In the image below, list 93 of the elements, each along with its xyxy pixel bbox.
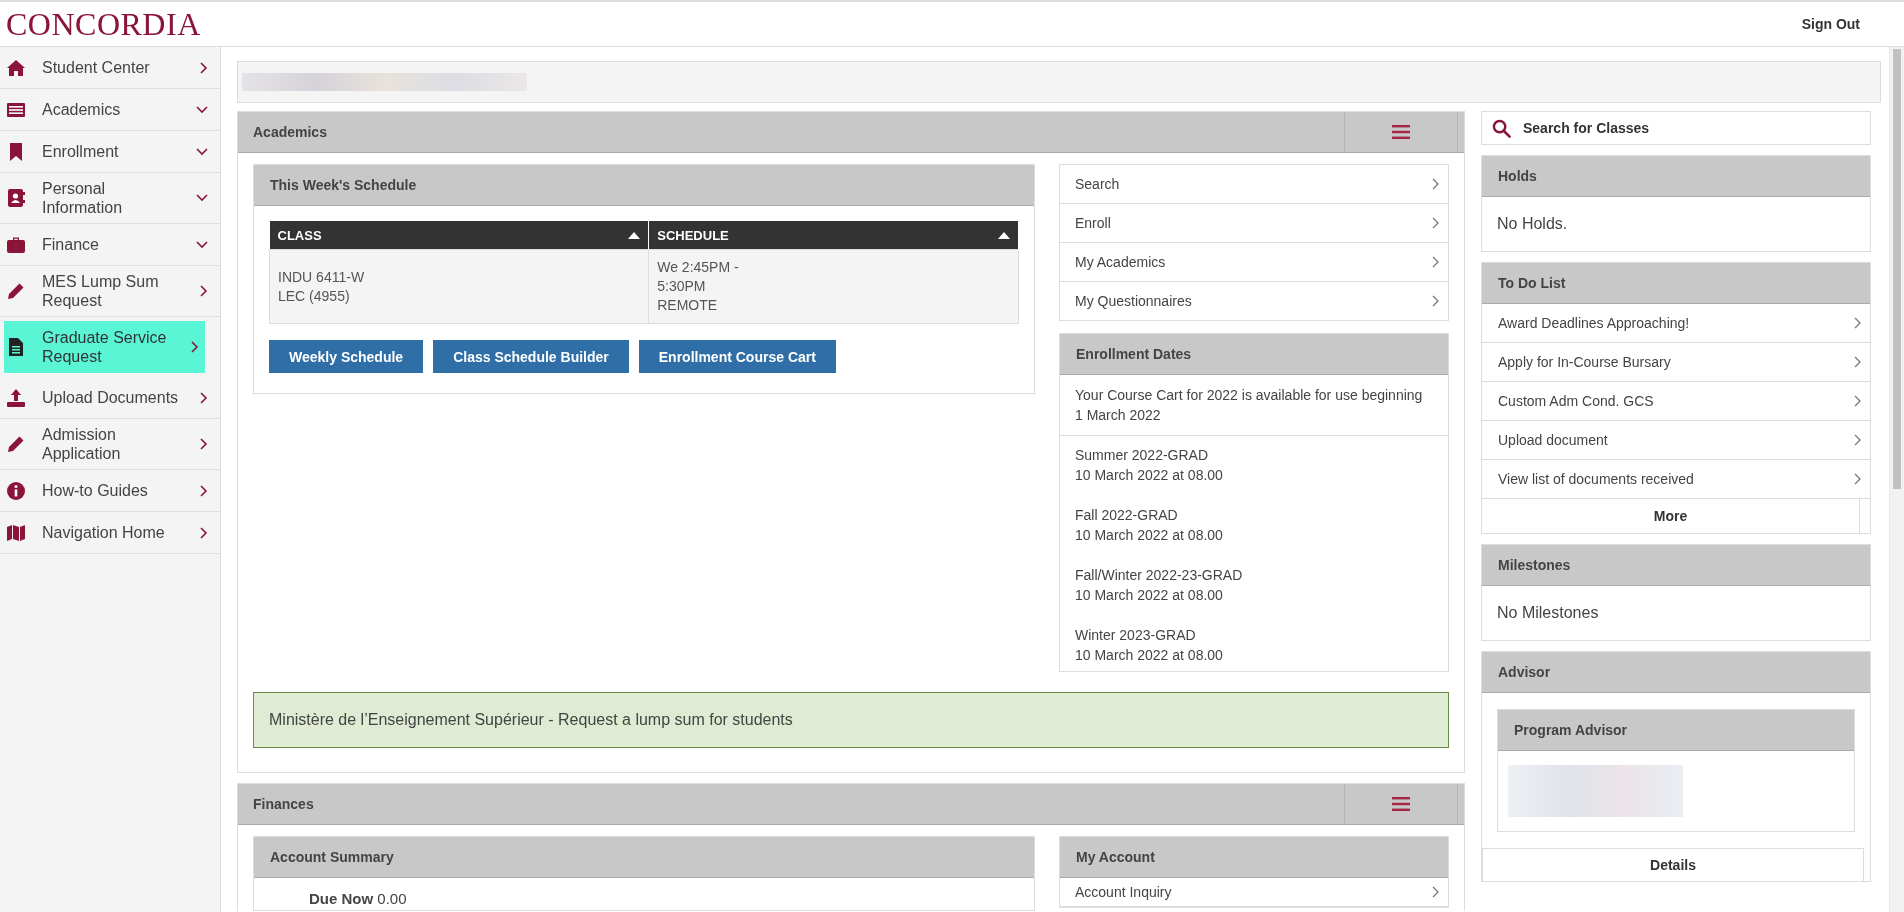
- term-name: Fall/Winter 2022-23-GRAD: [1075, 566, 1244, 585]
- chevron-right-icon: [1432, 256, 1440, 268]
- chevron-down-icon: [196, 147, 208, 156]
- term-date: 10 March 2022 at 08.00: [1075, 646, 1224, 665]
- card-title: Account Summary: [270, 849, 394, 865]
- menu-icon[interactable]: [1392, 797, 1410, 811]
- card-title: Program Advisor: [1514, 722, 1628, 738]
- sidebar-item[interactable]: Upload Documents: [0, 377, 220, 419]
- list-link[interactable]: Account Inquiry: [1060, 878, 1448, 907]
- due-label: Due Now: [309, 890, 374, 907]
- list-link[interactable]: Search: [1060, 165, 1448, 204]
- due-amount: 0.00: [377, 890, 407, 907]
- sidebar-item[interactable]: Navigation Home: [0, 512, 220, 554]
- todo-item[interactable]: Award Deadlines Approaching!: [1482, 304, 1870, 343]
- alert-banner[interactable]: Ministère de l’Enseignement Supérieur - Request a lump sum for students: [253, 692, 1449, 748]
- list-link[interactable]: Enroll: [1060, 204, 1448, 243]
- term-name: Summer 2022-GRAD: [1075, 446, 1210, 465]
- details-link[interactable]: Details: [1482, 848, 1864, 881]
- column-header[interactable]: CLASS: [269, 221, 649, 250]
- chevron-right-icon: [200, 285, 208, 297]
- home-icon: [6, 57, 26, 78]
- chevron-right-icon: [200, 526, 208, 539]
- sidebar-item[interactable]: Graduate Service Request: [4, 321, 205, 373]
- chevron-right-icon: [1854, 395, 1862, 407]
- search-classes-button[interactable]: Search for Classes: [1481, 111, 1871, 145]
- table-cell: We 2:45PM - 5:30PM REMOTE: [648, 249, 1019, 324]
- info-icon: [6, 480, 26, 501]
- scrollbar[interactable]: [1889, 47, 1904, 912]
- pencil-icon: [6, 281, 26, 301]
- action-button[interactable]: Weekly Schedule: [269, 340, 424, 373]
- list-link[interactable]: My Academics: [1060, 243, 1448, 282]
- card-title: Enrollment Dates: [1076, 346, 1192, 362]
- sort-up-icon: [628, 231, 641, 239]
- todo-item[interactable]: Apply for In-Course Bursary: [1482, 343, 1870, 382]
- chevron-right-icon: [1854, 473, 1862, 485]
- todo-item[interactable]: Upload document: [1482, 421, 1870, 460]
- chevron-right-icon: [1854, 356, 1862, 368]
- sidebar-item[interactable]: Enrollment: [0, 131, 220, 173]
- action-button[interactable]: Class Schedule Builder: [433, 340, 629, 373]
- menu-icon[interactable]: [1392, 125, 1410, 139]
- card-title: To Do List: [1498, 275, 1566, 291]
- term-name: Fall 2022-GRAD: [1075, 506, 1179, 525]
- card-title: Holds: [1498, 168, 1537, 184]
- chevron-right-icon: [1854, 317, 1862, 329]
- chevron-right-icon: [1854, 434, 1862, 446]
- chevron-right-icon: [200, 484, 208, 497]
- chevron-right-icon: [1432, 295, 1440, 307]
- map-icon: [6, 522, 26, 543]
- chevron-down-icon: [196, 240, 208, 249]
- sidebar-item[interactable]: Admission Application: [0, 419, 220, 470]
- more-link[interactable]: More: [1482, 499, 1860, 533]
- holds-message: No Holds.: [1496, 214, 1569, 234]
- logo[interactable]: CONCORDIA: [6, 5, 201, 43]
- card-title: Advisor: [1498, 664, 1551, 680]
- chevron-down-icon: [196, 194, 208, 202]
- card-title: Milestones: [1498, 557, 1571, 573]
- card-title: This Week's Schedule: [270, 177, 417, 193]
- column-header[interactable]: SCHEDULE: [648, 221, 1019, 250]
- sign-out-link[interactable]: Sign Out: [1801, 16, 1860, 32]
- document-icon: [6, 337, 26, 357]
- chevron-right-icon: [1432, 178, 1440, 190]
- sidebar-item[interactable]: Finance: [0, 224, 220, 266]
- chevron-right-icon: [1432, 886, 1440, 898]
- notice-text: Your Course Cart for 2022 is available for use beginning 1 March 2022: [1060, 375, 1448, 436]
- sidebar-item[interactable]: Student Center: [0, 47, 220, 89]
- sidebar-item[interactable]: MES Lump Sum Request: [0, 266, 220, 317]
- term-name: Winter 2023-GRAD: [1075, 626, 1197, 645]
- chevron-down-icon: [196, 105, 208, 114]
- chevron-right-icon: [200, 438, 208, 450]
- search-icon: [1492, 118, 1511, 138]
- panel-title: Finances: [252, 796, 314, 812]
- action-button[interactable]: Enrollment Course Cart: [638, 340, 836, 373]
- term-date: 10 March 2022 at 08.00: [1075, 526, 1224, 545]
- list-link[interactable]: My Questionnaires: [1060, 282, 1448, 320]
- chevron-right-icon: [200, 391, 208, 404]
- sort-up-icon: [998, 231, 1010, 239]
- term-date: 10 March 2022 at 08.00: [1075, 466, 1224, 485]
- table-cell: INDU 6411-W LEC (4955): [269, 249, 649, 324]
- card-title: My Account: [1076, 849, 1155, 865]
- sidebar-item[interactable]: Personal Information: [0, 173, 220, 224]
- term-date: 10 March 2022 at 08.00: [1075, 586, 1224, 605]
- todo-item[interactable]: Custom Adm Cond. GCS: [1482, 382, 1870, 421]
- upload-icon: [6, 387, 26, 408]
- sidebar-item[interactable]: How-to Guides: [0, 470, 220, 512]
- chevron-right-icon: [200, 61, 208, 74]
- todo-item[interactable]: View list of documents received: [1482, 460, 1870, 499]
- chevron-right-icon: [1432, 217, 1440, 229]
- chevron-right-icon: [191, 341, 199, 353]
- sidebar-item[interactable]: Academics: [0, 89, 220, 131]
- pencil-icon: [6, 434, 26, 454]
- contact-book-icon: [6, 188, 26, 208]
- milestones-message: No Milestones: [1496, 603, 1600, 623]
- panel-title: Academics: [252, 124, 327, 140]
